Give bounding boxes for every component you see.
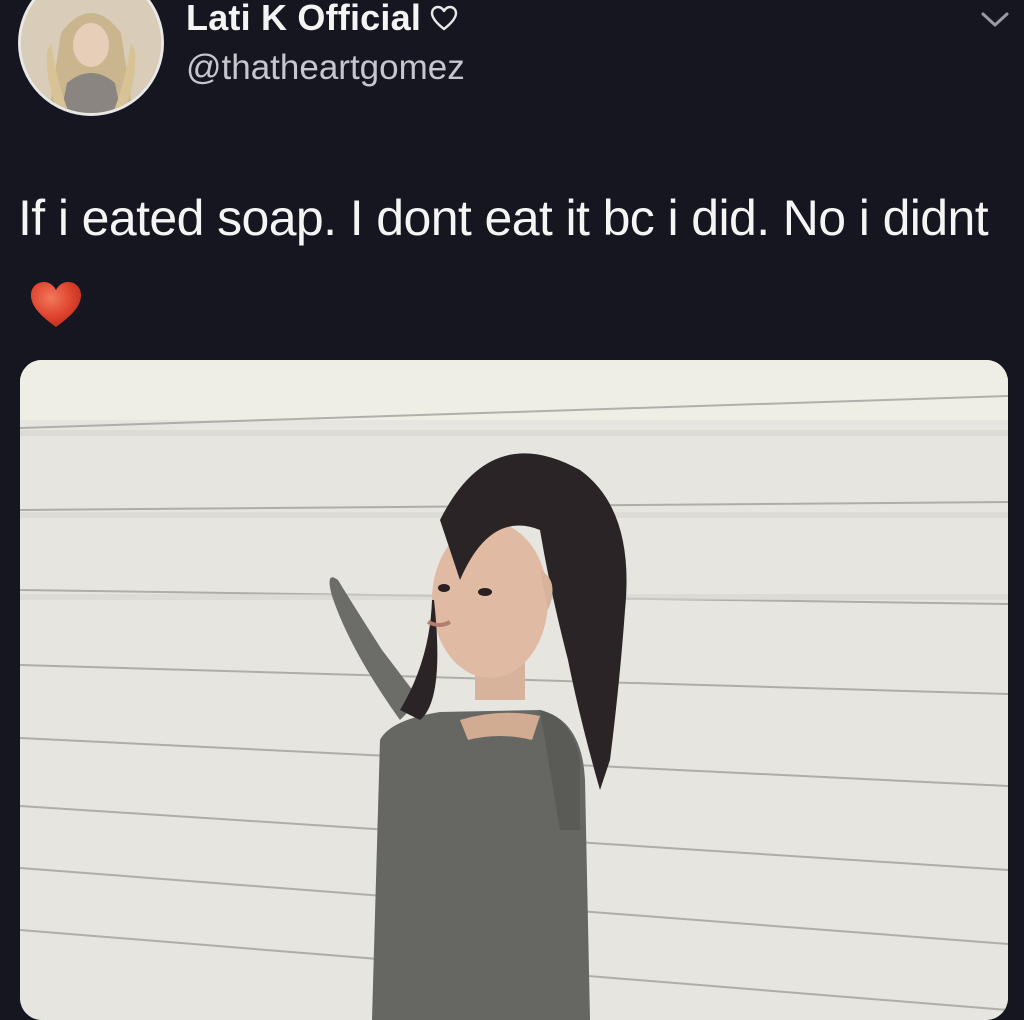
heart-outline-icon bbox=[430, 5, 458, 31]
tweet-media-photo[interactable] bbox=[20, 360, 1008, 1020]
heart-emoji-icon bbox=[31, 282, 81, 327]
author-name-row[interactable]: Lati K Official bbox=[186, 0, 459, 42]
tweet-text-content: If i eated soap. I dont eat it bc i did.… bbox=[18, 190, 989, 246]
author-handle[interactable]: @thatheartgomez bbox=[186, 50, 465, 85]
avatar[interactable] bbox=[18, 0, 164, 116]
chevron-down-icon[interactable] bbox=[976, 6, 1014, 32]
tweet-card: Lati K Official @thatheartgomez If i eat… bbox=[0, 0, 1024, 1020]
media-photo-illustration bbox=[20, 360, 1008, 1020]
display-name[interactable]: Lati K Official bbox=[186, 0, 421, 36]
avatar-image bbox=[21, 0, 161, 113]
tweet-text: If i eated soap. I dont eat it bc i did.… bbox=[18, 176, 998, 344]
